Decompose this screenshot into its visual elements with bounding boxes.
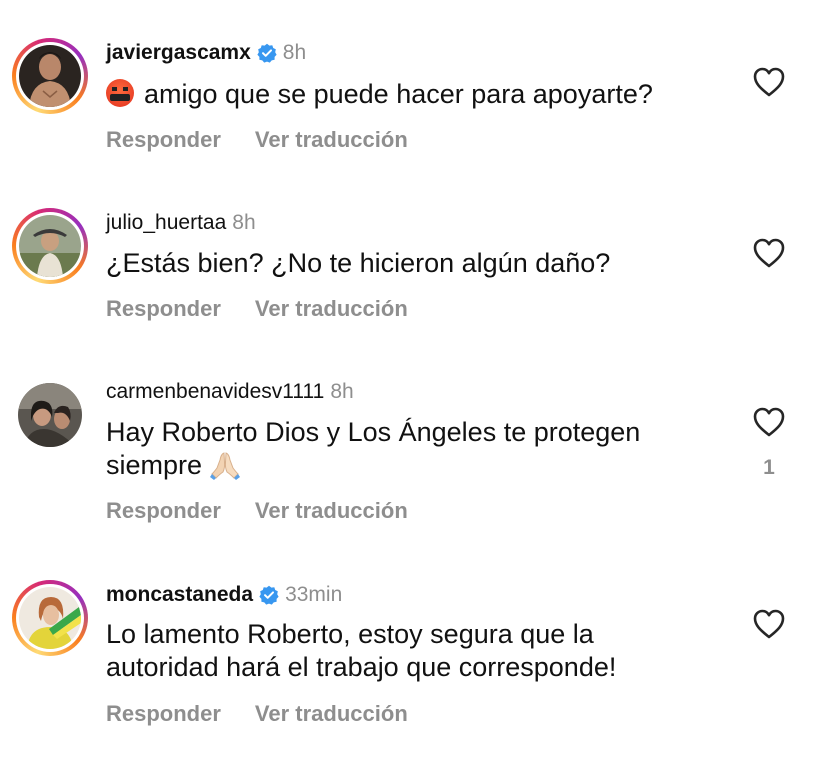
reply-button[interactable]: Responder bbox=[106, 701, 221, 727]
reply-button[interactable]: Responder bbox=[106, 498, 221, 524]
verified-badge-icon bbox=[257, 43, 277, 63]
praying-hands-icon bbox=[210, 450, 241, 488]
username[interactable]: julio_huertaa bbox=[106, 211, 226, 235]
heart-icon[interactable] bbox=[752, 406, 786, 438]
avatar-ring[interactable] bbox=[12, 38, 88, 114]
username[interactable]: carmenbenavidesv1111 bbox=[106, 380, 324, 404]
see-translation-button[interactable]: Ver traducción bbox=[255, 296, 408, 322]
heart-icon[interactable] bbox=[752, 66, 786, 98]
heart-icon[interactable] bbox=[752, 608, 786, 640]
comment-actions: Responder Ver traducción bbox=[106, 701, 408, 727]
comment-actions: Responder Ver traducción bbox=[106, 296, 408, 322]
comment-body: ¿Estás bien? ¿No te hicieron algún daño? bbox=[106, 248, 611, 278]
comment-header: moncastaneda 33min bbox=[106, 583, 342, 607]
comment-header: julio_huertaa 8h bbox=[106, 211, 256, 235]
comment-body-line: siempre bbox=[106, 449, 726, 488]
comment-text: Hay Roberto Dios y Los Ángeles te proteg… bbox=[106, 416, 726, 488]
avatar bbox=[19, 45, 81, 107]
avatar-ring[interactable] bbox=[12, 580, 88, 656]
username[interactable]: moncastaneda bbox=[106, 583, 253, 607]
reply-button[interactable]: Responder bbox=[106, 127, 221, 153]
comment-header: carmenbenavidesv1111 8h bbox=[106, 380, 354, 404]
avatar bbox=[18, 383, 82, 447]
reply-button[interactable]: Responder bbox=[106, 296, 221, 322]
comment-actions: Responder Ver traducción bbox=[106, 127, 408, 153]
comment-timestamp: 33min bbox=[285, 583, 343, 606]
verified-badge-icon bbox=[259, 585, 279, 605]
heart-icon[interactable] bbox=[752, 237, 786, 269]
username[interactable]: javiergascamx bbox=[106, 41, 251, 65]
see-translation-button[interactable]: Ver traducción bbox=[255, 127, 408, 153]
avatar bbox=[19, 587, 81, 649]
comment-body-line: Lo lamento Roberto, estoy segura que la bbox=[106, 619, 594, 649]
comment-body-line: Hay Roberto Dios y Los Ángeles te proteg… bbox=[106, 417, 641, 447]
comment-body-line: autoridad hará el trabajo que correspond… bbox=[106, 652, 617, 682]
avatar-ring[interactable] bbox=[12, 377, 88, 453]
avatar-ring[interactable] bbox=[12, 208, 88, 284]
see-translation-button[interactable]: Ver traducción bbox=[255, 701, 408, 727]
like-count[interactable]: 1 bbox=[761, 456, 777, 480]
comment-body: amigo que se puede hacer para apoyarte? bbox=[144, 79, 653, 109]
comment-text: amigo que se puede hacer para apoyarte? bbox=[106, 78, 726, 111]
comment-timestamp: 8h bbox=[282, 41, 307, 64]
comment-header: javiergascamx 8h bbox=[106, 41, 306, 65]
comment-text: Lo lamento Roberto, estoy segura que la … bbox=[106, 618, 726, 684]
see-translation-button[interactable]: Ver traducción bbox=[255, 498, 408, 524]
comment-timestamp: 8h bbox=[232, 211, 256, 234]
comment-timestamp: 8h bbox=[330, 380, 354, 403]
comment-actions: Responder Ver traducción bbox=[106, 498, 408, 524]
angry-face-symbols-icon bbox=[106, 79, 134, 107]
avatar bbox=[19, 215, 81, 277]
